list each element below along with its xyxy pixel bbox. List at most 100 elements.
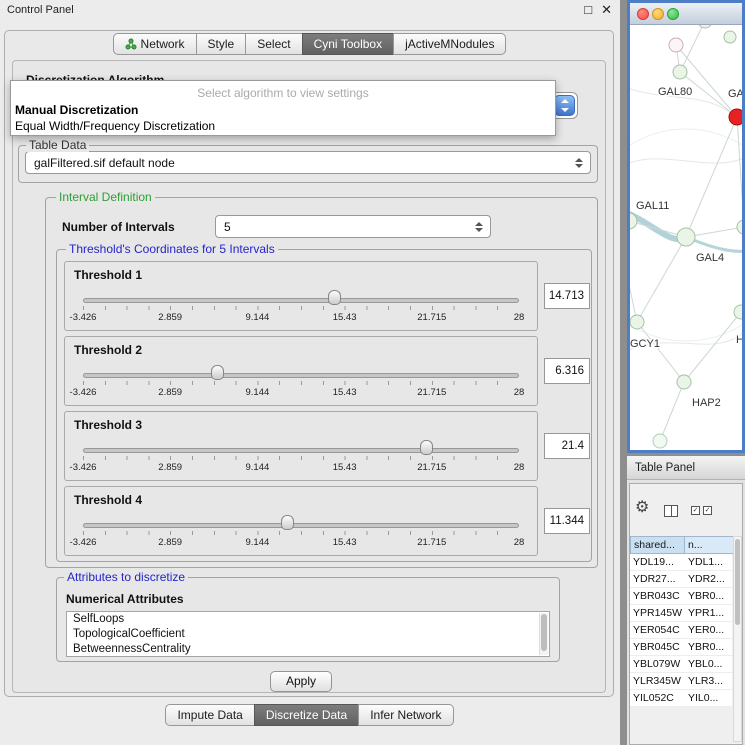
tab-label: Infer Network (370, 708, 441, 722)
number-of-intervals-combobox[interactable]: 5 (215, 215, 491, 238)
slider-thumb[interactable] (281, 515, 294, 530)
scrollbar-thumb[interactable] (735, 539, 740, 625)
cell[interactable]: YBR043C (630, 588, 685, 604)
cell[interactable]: YER0... (685, 622, 732, 638)
slider-ticks (83, 381, 519, 385)
network-node[interactable] (698, 25, 712, 28)
cell[interactable]: YBR0... (685, 588, 732, 604)
dropdown-item-manual-discretization[interactable]: Manual Discretization (11, 102, 555, 118)
network-node[interactable] (724, 31, 736, 43)
network-canvas[interactable]: GAL80 GA GAL11 GAL4 GCY1 H HAP2 (630, 25, 742, 450)
scale-tick-label: 9.144 (246, 537, 270, 548)
scale-tick-label: 9.144 (246, 462, 270, 473)
gear-icon[interactable]: ⚙ (635, 500, 649, 516)
table-row[interactable]: YER054C YER0... (630, 622, 732, 639)
table-row[interactable]: YDL19... YDL1... (630, 554, 732, 571)
tab-infer-network[interactable]: Infer Network (358, 704, 453, 726)
tab-cyni-toolbox[interactable]: Cyni Toolbox (302, 33, 394, 55)
slider-thumb[interactable] (328, 290, 341, 305)
threshold-1-slider[interactable] (83, 289, 519, 309)
tab-discretize-data[interactable]: Discretize Data (254, 704, 359, 726)
table-row[interactable]: YDR27... YDR2... (630, 571, 732, 588)
table-row[interactable]: YBR045C YBR0... (630, 639, 732, 656)
cell[interactable]: YDL19... (630, 554, 685, 570)
scrollbar-thumb[interactable] (541, 614, 547, 651)
column-header-shared-name[interactable]: shared... (630, 536, 685, 554)
threshold-2-value-field[interactable]: 6.316 (544, 358, 590, 384)
threshold-1-panel: Threshold 1 -3.426 2.859 9.144 15.43 21.… (64, 261, 538, 331)
network-node[interactable] (630, 315, 644, 329)
scale-tick-label: 28 (514, 387, 525, 398)
threshold-4-slider[interactable] (83, 514, 519, 534)
float-window-icon[interactable]: □ (584, 2, 592, 18)
network-node[interactable] (653, 434, 667, 448)
combobox-arrows-icon[interactable] (554, 95, 575, 116)
network-node-selected[interactable] (729, 109, 742, 125)
network-node[interactable] (673, 65, 687, 79)
cell[interactable]: YLR345W (630, 673, 685, 689)
network-node[interactable] (669, 38, 683, 52)
tab-network[interactable]: Network (113, 33, 197, 55)
threshold-4-panel: Threshold 4 -3.426 2.859 9.144 15.43 21.… (64, 486, 538, 556)
table-data-combobox[interactable]: galFiltered.sif default node (25, 151, 591, 174)
minimize-traffic-icon[interactable] (652, 8, 664, 20)
close-traffic-icon[interactable] (637, 8, 649, 20)
table-row[interactable]: YLR345W YLR3... (630, 673, 732, 690)
apply-button[interactable]: Apply (270, 671, 332, 692)
cell[interactable]: YER054C (630, 622, 685, 638)
scale-tick-label: 15.43 (333, 462, 357, 473)
cell[interactable]: YDR27... (630, 571, 685, 587)
threshold-1-value-field[interactable]: 14.713 (544, 283, 590, 309)
slider-thumb[interactable] (420, 440, 433, 455)
cell[interactable]: YPR1... (685, 605, 732, 621)
tab-jactivemnodules[interactable]: jActiveMNodules (393, 33, 506, 55)
network-node[interactable] (737, 220, 742, 234)
table-row[interactable]: YBL079W YBL0... (630, 656, 732, 673)
cell[interactable]: YDL1... (685, 554, 732, 570)
checkbox-icon[interactable]: ✓ (691, 506, 700, 515)
column-header-name[interactable]: n... (685, 536, 740, 554)
list-item[interactable]: TopologicalCoefficient (67, 627, 549, 642)
checkbox-icon[interactable]: ✓ (703, 506, 712, 515)
cell[interactable]: YBR0... (685, 639, 732, 655)
cell[interactable]: YDR2... (685, 571, 732, 587)
network-node[interactable] (734, 305, 742, 319)
tab-impute-data[interactable]: Impute Data (165, 704, 254, 726)
network-node[interactable] (677, 228, 695, 246)
interval-definition-title: Interval Definition (56, 190, 155, 204)
tab-select[interactable]: Select (245, 33, 302, 55)
table-row[interactable]: YPR145W YPR1... (630, 605, 732, 622)
node-label: H (736, 334, 742, 346)
cell[interactable]: YBL079W (630, 656, 685, 672)
zoom-traffic-icon[interactable] (667, 8, 679, 20)
list-scrollbar[interactable] (539, 613, 548, 655)
cell[interactable]: YIL052C (630, 690, 685, 706)
table-row[interactable]: YBR043C YBR0... (630, 588, 732, 605)
threshold-4-value-field[interactable]: 11.344 (544, 508, 590, 534)
cell[interactable]: YBL0... (685, 656, 732, 672)
scale-tick-label: 21.715 (417, 537, 446, 548)
cell[interactable]: YLR3... (685, 673, 732, 689)
close-icon[interactable]: ✕ (601, 2, 612, 18)
tab-style[interactable]: Style (196, 33, 247, 55)
threshold-2-slider[interactable] (83, 364, 519, 384)
columns-icon[interactable] (664, 505, 678, 517)
threshold-3-slider[interactable] (83, 439, 519, 459)
table-scrollbar[interactable] (733, 536, 742, 742)
tab-label: Network (141, 37, 185, 51)
scale-tick-label: 2.859 (158, 462, 182, 473)
cell[interactable]: YBR045C (630, 639, 685, 655)
network-node[interactable] (677, 375, 691, 389)
bottom-tabbar: Impute Data Discretize Data Infer Networ… (0, 704, 620, 726)
list-item[interactable]: SelfLoops (67, 612, 549, 627)
scale-tick-label: -3.426 (70, 537, 97, 548)
dropdown-item-equal-width-frequency[interactable]: Equal Width/Frequency Discretization (11, 118, 555, 134)
table-row[interactable]: YIL052C YIL0... (630, 690, 732, 707)
cell[interactable]: YIL0... (685, 690, 732, 706)
cell[interactable]: YPR145W (630, 605, 685, 621)
select-columns-icons[interactable]: ✓ ✓ (691, 506, 712, 515)
node-label: GA (728, 88, 742, 100)
list-item[interactable]: BetweennessCentrality (67, 642, 549, 657)
slider-thumb[interactable] (211, 365, 224, 380)
threshold-3-value-field[interactable]: 21.4 (544, 433, 590, 459)
